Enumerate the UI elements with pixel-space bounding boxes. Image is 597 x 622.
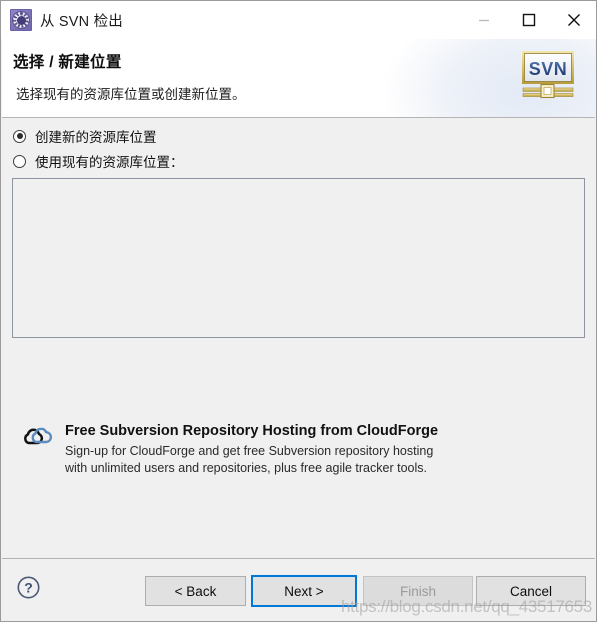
radio-create-new-location[interactable]: 创建新的资源库位置 xyxy=(13,126,157,146)
svn-checkout-dialog: 从 SVN 检出 选择 / 新建位置 选择现有的资源库位置或创建新位置。 SVN… xyxy=(0,0,597,622)
maximize-button[interactable] xyxy=(506,1,551,39)
radio-label-use-existing: 使用现有的资源库位置： xyxy=(35,155,184,170)
minimize-icon xyxy=(478,19,489,22)
cancel-button[interactable]: Cancel xyxy=(476,576,586,606)
back-button[interactable]: < Back xyxy=(145,576,246,606)
svn-gear-icon xyxy=(10,9,32,31)
dialog-footer: ? < Back Next > Finish Cancel xyxy=(2,558,595,621)
maximize-icon xyxy=(522,13,535,27)
dialog-body: 创建新的资源库位置 使用现有的资源库位置： Free Subversion Re… xyxy=(2,118,595,557)
repository-location-list[interactable] xyxy=(12,178,585,338)
close-button[interactable] xyxy=(551,1,596,39)
cloudforge-cloud-icon xyxy=(24,427,53,445)
window-title: 从 SVN 检出 xyxy=(40,13,123,30)
radio-use-existing-location[interactable]: 使用现有的资源库位置： xyxy=(13,151,184,171)
finish-button: Finish xyxy=(363,576,473,606)
promo-description-line-2: with unlimited users and repositories, p… xyxy=(65,461,427,475)
svg-text:?: ? xyxy=(24,580,33,596)
promo-title: Free Subversion Repository Hosting from … xyxy=(65,423,439,439)
promo-description-line-1: Sign-up for CloudForge and get free Subv… xyxy=(65,444,434,458)
next-button[interactable]: Next > xyxy=(251,575,357,607)
page-subtitle: 选择现有的资源库位置或创建新位置。 xyxy=(16,87,246,102)
svn-banner-logo: SVN xyxy=(522,51,574,99)
wizard-header: 选择 / 新建位置 选择现有的资源库位置或创建新位置。 SVN xyxy=(2,39,595,118)
title-bar: 从 SVN 检出 xyxy=(1,1,596,39)
minimize-button[interactable] xyxy=(461,1,506,39)
close-icon xyxy=(567,14,580,26)
radio-label-create-new: 创建新的资源库位置 xyxy=(35,130,157,145)
help-question-icon[interactable]: ? xyxy=(16,575,41,600)
svg-text:SVN: SVN xyxy=(529,59,568,79)
radio-indicator-checked xyxy=(13,129,26,143)
radio-indicator-unchecked xyxy=(13,154,26,168)
window-controls xyxy=(461,1,596,39)
page-title: 选择 / 新建位置 xyxy=(13,54,122,71)
